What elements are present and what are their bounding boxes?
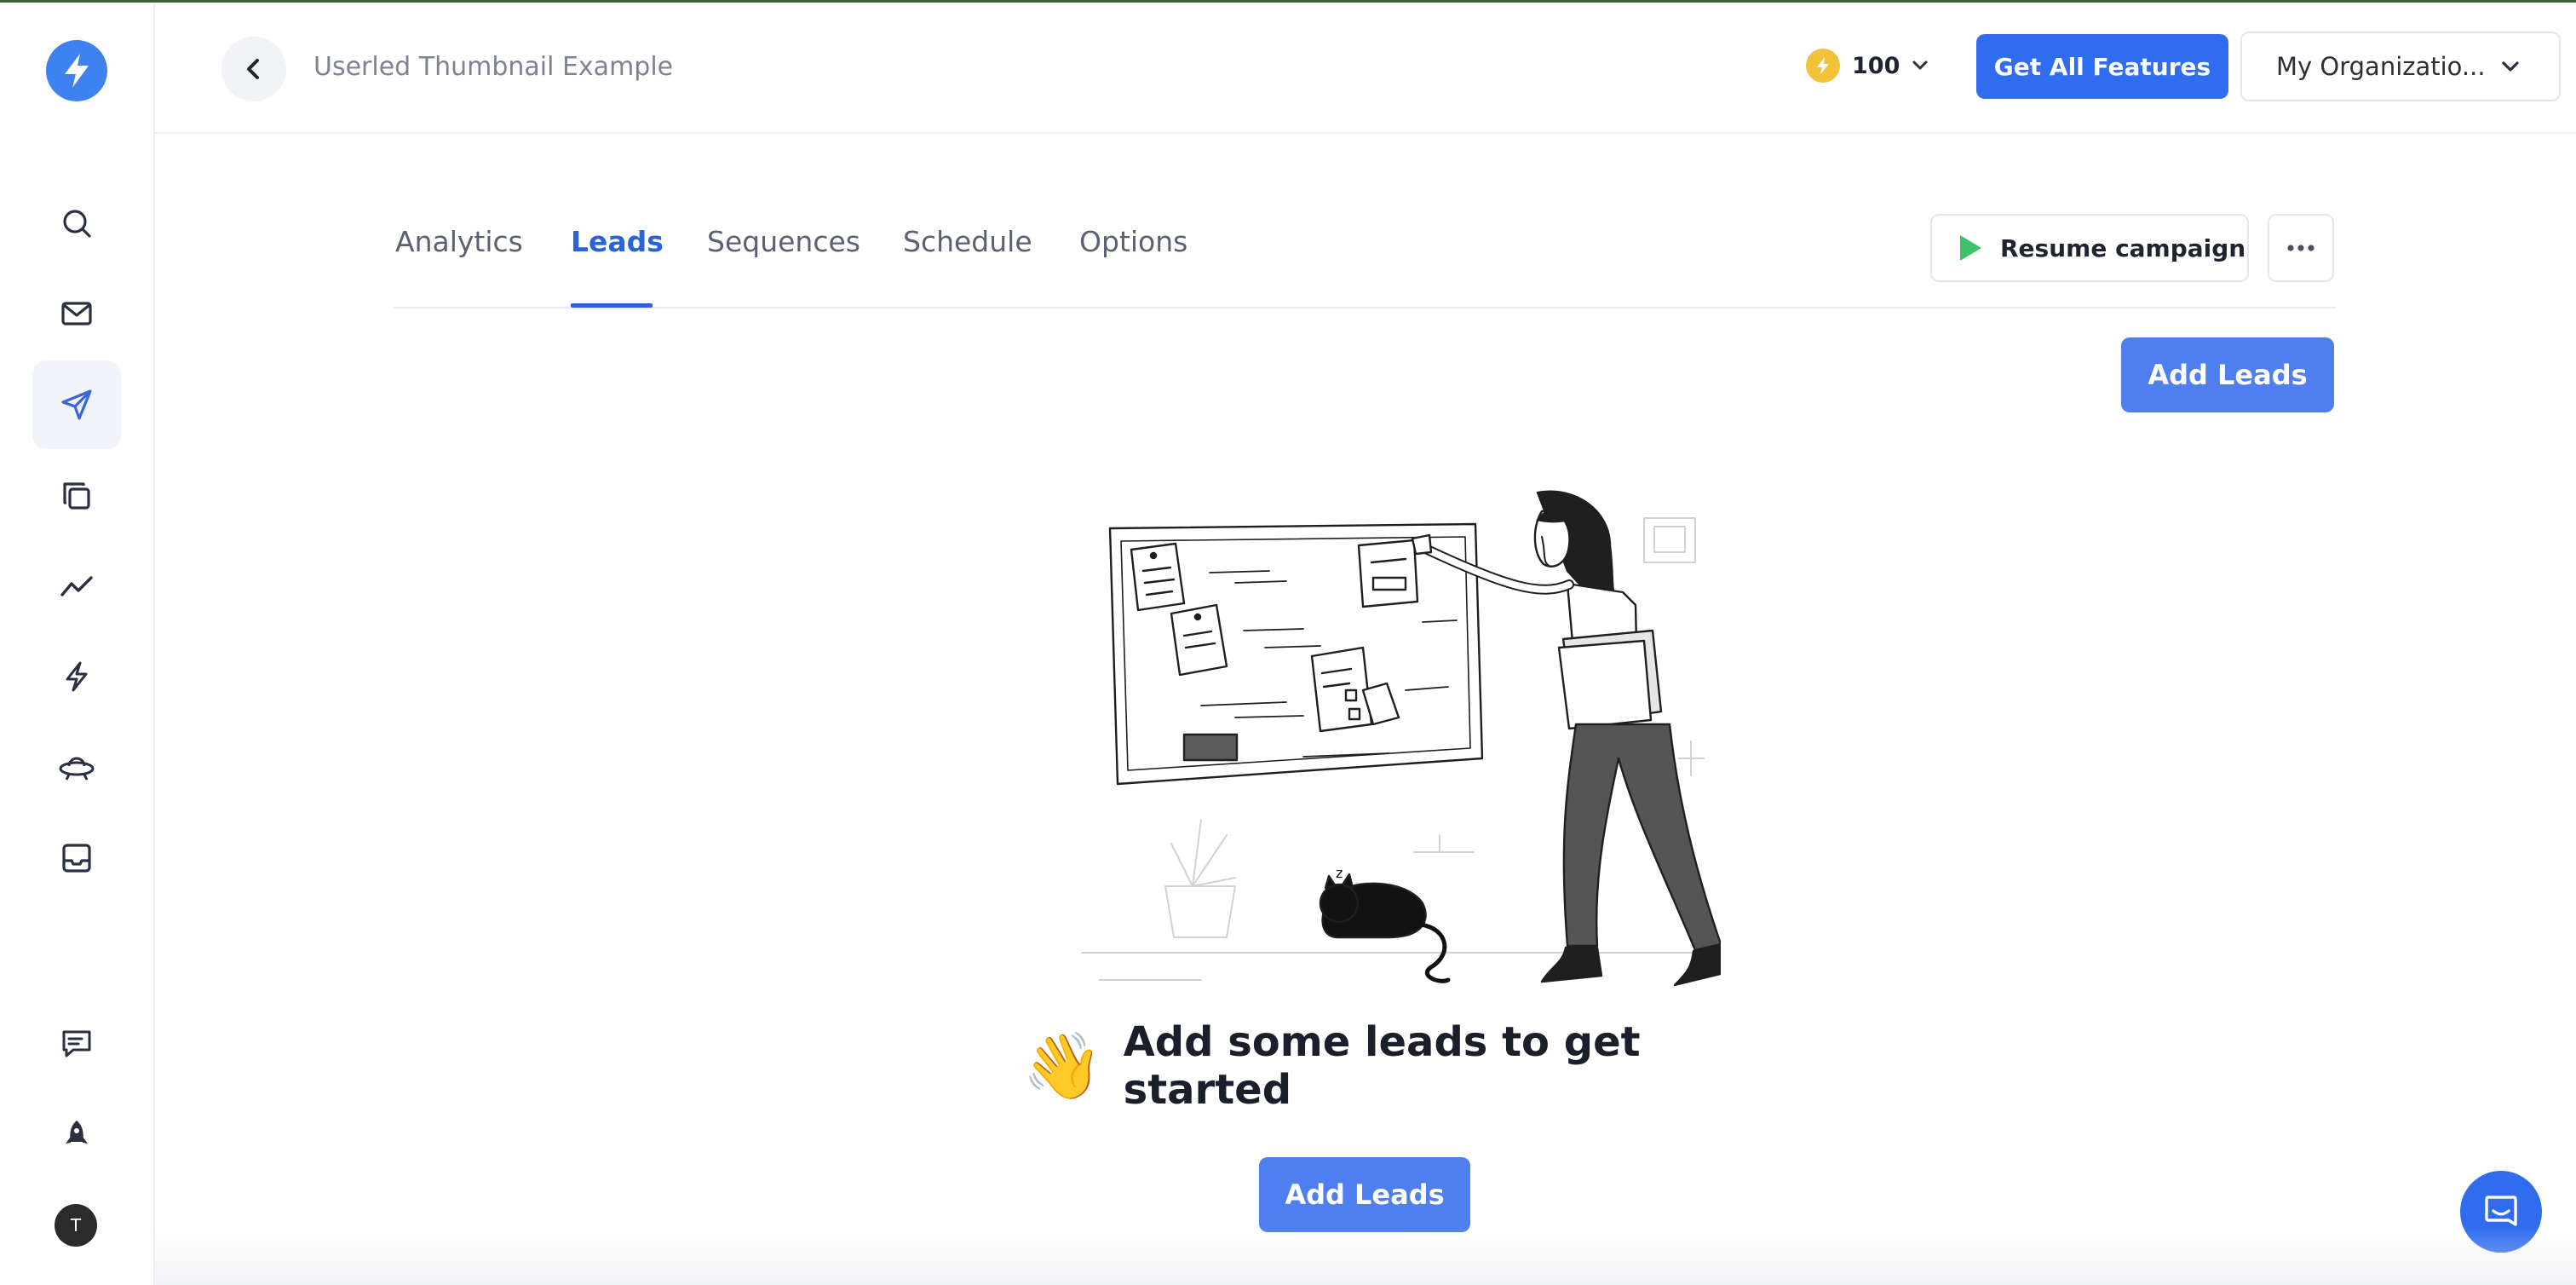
tab-schedule[interactable]: Schedule: [903, 225, 1032, 258]
credits-count: 100: [1852, 52, 1900, 79]
svg-text:z: z: [1336, 865, 1343, 881]
user-avatar[interactable]: T: [55, 1204, 97, 1247]
sidebar-item-inbox[interactable]: [32, 814, 121, 902]
credits-dropdown[interactable]: 100: [1806, 49, 1929, 83]
add-leads-button-top[interactable]: Add Leads: [2121, 337, 2334, 412]
tab-leads[interactable]: Leads: [571, 225, 664, 258]
organization-name: My Organizatio...: [2276, 52, 2486, 81]
empty-state-heading: 👋 Add some leads to get started: [1022, 1018, 1721, 1114]
sidebar-item-launch[interactable]: [32, 1091, 121, 1179]
empty-state-title: Add some leads to get started: [1123, 1018, 1641, 1114]
search-icon: [63, 210, 91, 238]
breadcrumb: Userled Thumbnail Example: [313, 52, 674, 82]
sidebar-item-campaigns[interactable]: [32, 360, 121, 449]
organization-selector[interactable]: My Organizatio...: [2240, 32, 2561, 101]
coin-icon: [1806, 49, 1840, 83]
back-button[interactable]: [221, 37, 286, 101]
support-chat-button[interactable]: [2460, 1171, 2542, 1253]
top-header: Userled Thumbnail Example 100 Get All Fe…: [155, 3, 2576, 134]
waving-hand-emoji: 👋: [1022, 1028, 1103, 1103]
app-logo[interactable]: [46, 40, 107, 101]
trend-icon: [60, 576, 93, 596]
tab-options[interactable]: Options: [1079, 225, 1187, 258]
empty-state-illustration: z: [1081, 490, 1721, 987]
resume-campaign-label: Resume campaign: [2000, 233, 2246, 262]
sidebar-item-automations[interactable]: [32, 632, 121, 721]
inbox-icon: [62, 844, 91, 873]
sidebar: T: [0, 3, 155, 1285]
chevron-left-icon: [247, 59, 259, 79]
tab-sequences[interactable]: Sequences: [707, 225, 860, 258]
rocket-icon: [66, 1121, 88, 1144]
tab-analytics[interactable]: Analytics: [395, 225, 523, 258]
chevron-down-icon: [1912, 61, 1928, 70]
get-all-features-button[interactable]: Get All Features: [1976, 34, 2228, 99]
copy-icon: [63, 482, 90, 510]
resume-campaign-button[interactable]: Resume campaign: [1930, 214, 2249, 282]
sidebar-item-templates[interactable]: [32, 452, 121, 540]
sidebar-item-feedback[interactable]: [32, 1000, 121, 1088]
play-icon: [1960, 235, 1981, 261]
sidebar-item-explore[interactable]: [32, 723, 121, 812]
bolt-icon: [66, 661, 88, 692]
active-tab-indicator: [571, 303, 653, 308]
avatar-initial: T: [70, 1215, 82, 1236]
chat-icon: [2485, 1196, 2517, 1226]
sidebar-item-search[interactable]: [32, 179, 121, 268]
chevron-down-icon: [2501, 61, 2519, 72]
more-options-button[interactable]: [2268, 214, 2334, 282]
sidebar-item-mail[interactable]: [32, 269, 121, 358]
ellipsis-icon: [2287, 245, 2314, 251]
feedback-icon: [62, 1030, 91, 1057]
lightning-logo-icon: [65, 54, 89, 88]
mail-icon: [61, 302, 92, 326]
ufo-icon: [59, 757, 95, 781]
bottom-shadow: [155, 1227, 2576, 1285]
add-leads-button-bottom[interactable]: Add Leads: [1259, 1157, 1470, 1232]
send-icon: [61, 389, 92, 420]
sidebar-item-analytics[interactable]: [32, 542, 121, 631]
